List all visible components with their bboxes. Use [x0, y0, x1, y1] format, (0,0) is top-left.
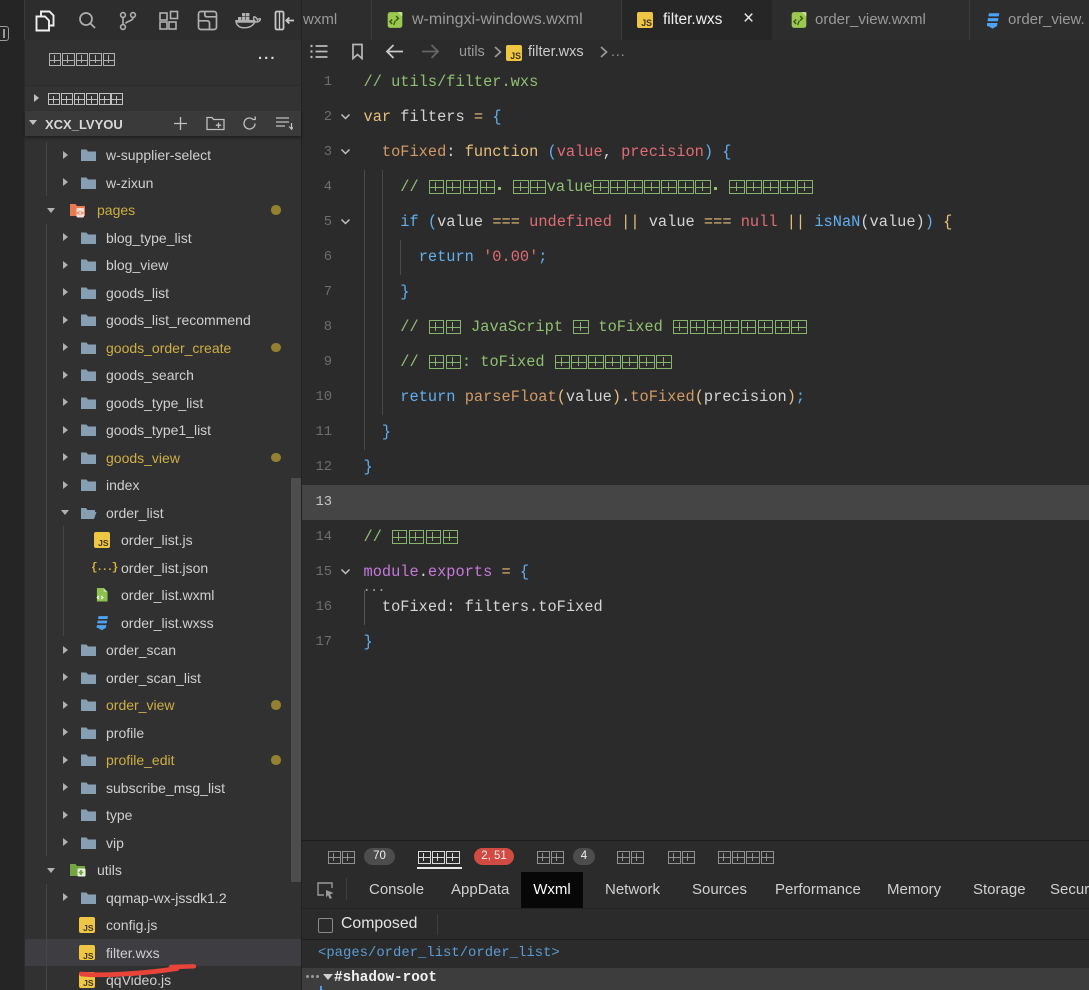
- svg-text:<>: <>: [77, 210, 85, 217]
